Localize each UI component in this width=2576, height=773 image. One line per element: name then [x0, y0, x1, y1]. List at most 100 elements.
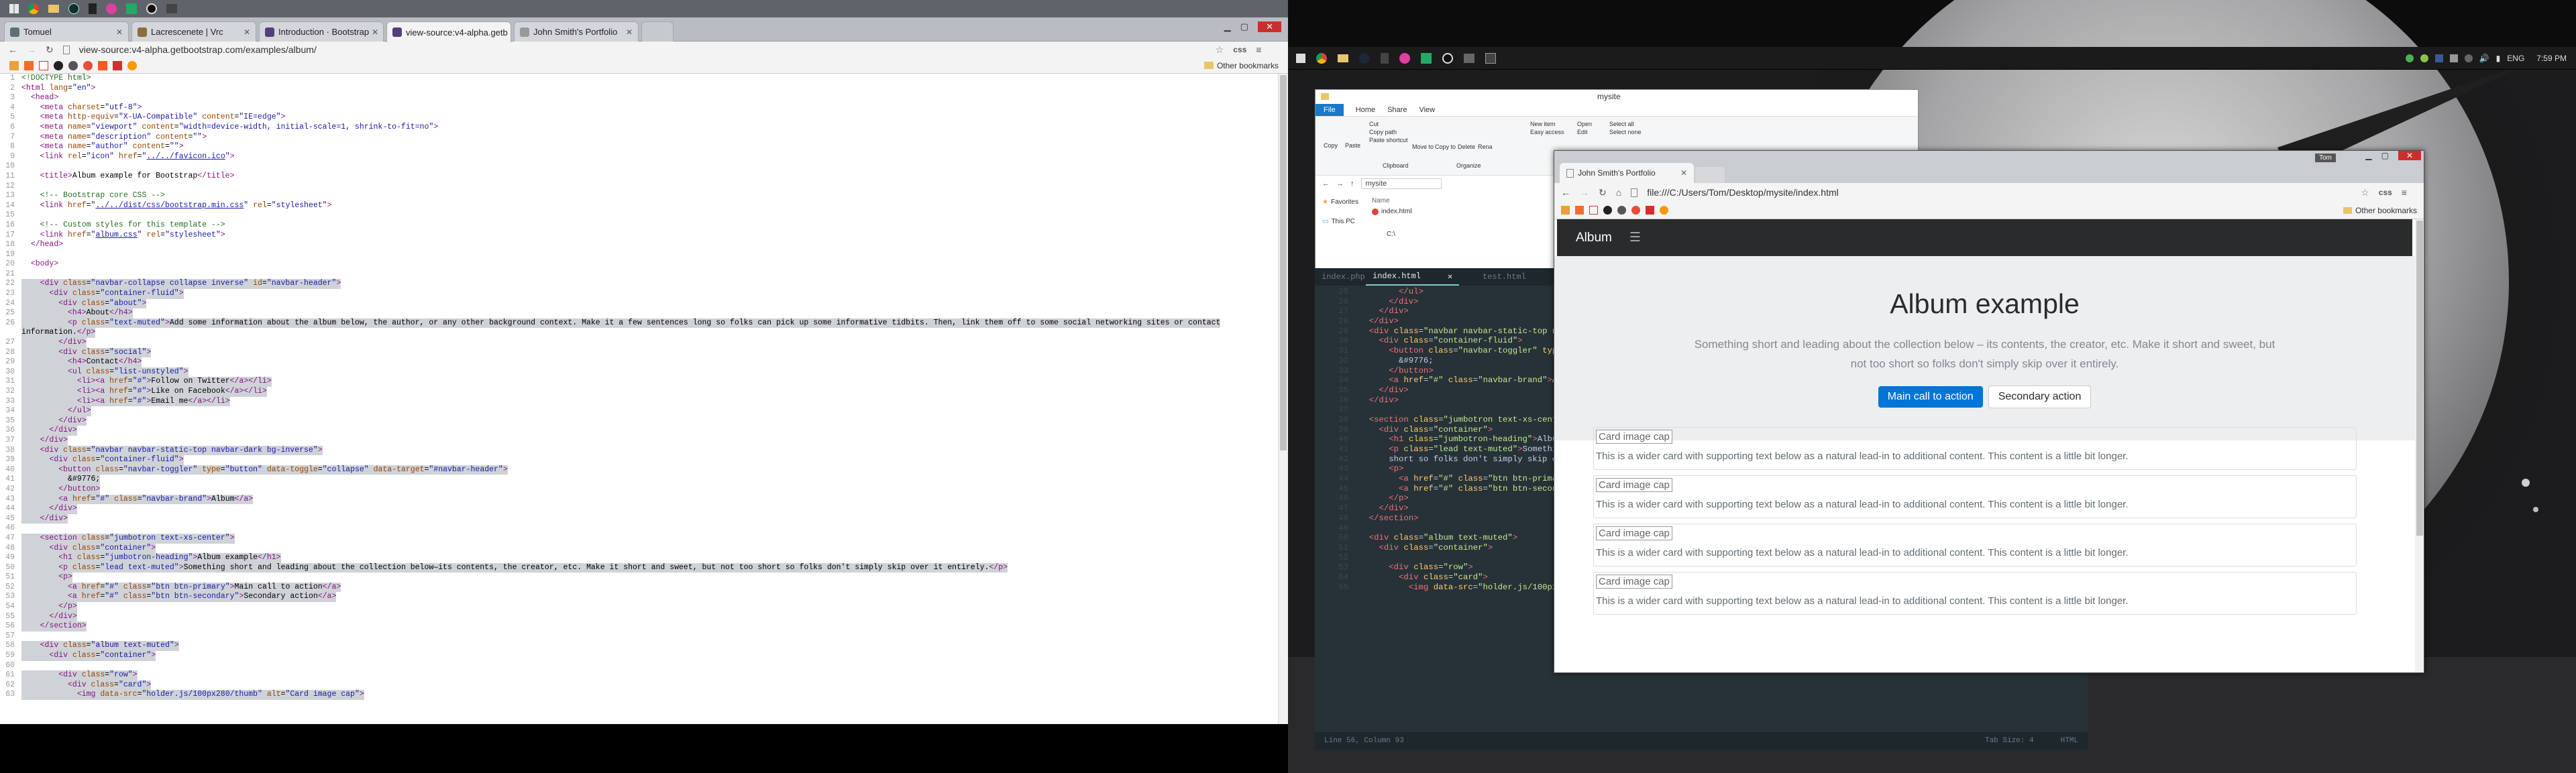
ribbon-tab-file[interactable]: File: [1316, 103, 1344, 116]
editor-tab-test-html[interactable]: test.html: [1476, 268, 1533, 286]
close-icon[interactable]: ✕: [1680, 168, 1687, 178]
folder-icon[interactable]: [1338, 54, 1348, 62]
reload-icon[interactable]: ↻: [46, 44, 54, 56]
close-icon[interactable]: ✕: [1448, 272, 1452, 282]
ribbon-tab-view[interactable]: View: [1419, 106, 1435, 114]
tray-icon[interactable]: [2434, 54, 2443, 62]
favorites-item[interactable]: ★ Favorites: [1322, 198, 1362, 206]
tab-2[interactable]: Lacrescenete | Vrc ✕: [131, 21, 256, 42]
copy-to-button[interactable]: Copy to: [1435, 143, 1456, 150]
css-extension[interactable]: css: [1233, 45, 1246, 54]
windows-start-icon[interactable]: [1296, 53, 1305, 63]
forward-icon[interactable]: →: [27, 44, 36, 55]
close-icon[interactable]: ✕: [369, 27, 378, 37]
paint-icon[interactable]: [106, 3, 117, 14]
tray-icon[interactable]: [2449, 54, 2458, 62]
scrollbar-thumb[interactable]: [2416, 221, 2423, 536]
scrollbar-thumb[interactable]: [1280, 75, 1287, 451]
calculator-icon[interactable]: [89, 3, 97, 14]
url-text[interactable]: file:///C:/Users/Tom/Desktop/mysite/inde…: [1647, 187, 2351, 198]
tab-3[interactable]: Introduction · Bootstrap ✕: [259, 21, 384, 42]
close-icon[interactable]: ✕: [113, 27, 123, 37]
minimize-icon[interactable]: ▁: [1224, 21, 1231, 32]
url-text[interactable]: view-source:v4-alpha.getbootstrap.com/ex…: [79, 44, 1206, 55]
cut-button[interactable]: Cut: [1369, 121, 1379, 127]
move-to-button[interactable]: Move to: [1412, 143, 1434, 150]
bookmark-icon[interactable]: [83, 60, 93, 70]
profile-badge[interactable]: Tom: [2315, 154, 2336, 162]
back-icon[interactable]: ←: [1561, 187, 1570, 198]
app-icon[interactable]: [1421, 52, 1432, 64]
forward-icon[interactable]: →: [1336, 180, 1344, 188]
secondary-action-button[interactable]: Secondary action: [1988, 385, 2092, 408]
other-bookmarks[interactable]: Other bookmarks: [1203, 61, 1279, 70]
ribbon-tab-share[interactable]: Share: [1387, 106, 1407, 114]
new-tab-button[interactable]: [1695, 167, 1725, 183]
maximize-icon[interactable]: ▢: [1240, 21, 1248, 32]
folder-icon[interactable]: [48, 5, 59, 13]
close-icon[interactable]: ✕: [623, 27, 633, 37]
star-icon[interactable]: ☆: [2361, 187, 2369, 198]
github-icon[interactable]: [54, 60, 63, 70]
forward-icon[interactable]: →: [1580, 187, 1589, 198]
menu-icon[interactable]: ≡: [2402, 187, 2407, 198]
clock[interactable]: 7:59 PM: [2536, 54, 2567, 63]
select-none-button[interactable]: Select none: [1609, 129, 1642, 135]
github-icon[interactable]: [1603, 206, 1612, 215]
paint-icon[interactable]: [1399, 52, 1410, 64]
close-icon[interactable]: ✕: [508, 27, 511, 37]
calculator-icon[interactable]: [1381, 52, 1389, 64]
bookmark-icon[interactable]: [98, 60, 107, 70]
gmail-icon[interactable]: [1589, 206, 1598, 215]
vertical-scrollbar[interactable]: [1278, 74, 1288, 724]
easy-access-button[interactable]: Easy access: [1530, 129, 1564, 135]
copy-button[interactable]: Copy: [1324, 142, 1338, 149]
tray-icon[interactable]: [2405, 54, 2414, 62]
navbar-brand[interactable]: Album: [1576, 231, 1612, 245]
bookmark-icon[interactable]: [127, 60, 137, 70]
windows-start-icon[interactable]: [9, 4, 19, 13]
tab-size[interactable]: Tab Size: 4: [1985, 737, 2034, 745]
steam-icon[interactable]: [1359, 52, 1370, 64]
bookmark-icon[interactable]: [24, 60, 34, 70]
tab-4-active[interactable]: view-source:v4-alpha.getb✕: [386, 21, 511, 42]
maximize-icon[interactable]: ▢: [2381, 151, 2389, 160]
bookmark-icon[interactable]: [1646, 206, 1654, 215]
delete-button[interactable]: Delete: [1458, 143, 1475, 150]
back-icon[interactable]: ←: [8, 44, 17, 55]
music-icon[interactable]: [146, 3, 157, 14]
editor-icon[interactable]: [1485, 52, 1496, 64]
edit-button[interactable]: Edit: [1577, 129, 1588, 135]
star-icon[interactable]: ☆: [1216, 44, 1224, 56]
bookmark-icon[interactable]: [113, 60, 122, 70]
editor-tab-index-html[interactable]: index.html ✕: [1366, 268, 1460, 286]
bookmark-icon[interactable]: [1561, 206, 1570, 215]
editor-tab-index-php[interactable]: index.php: [1315, 268, 1372, 286]
select-all-button[interactable]: Select all: [1609, 121, 1634, 127]
page-scrollbar[interactable]: [2415, 219, 2424, 672]
source-code-view[interactable]: 1 <!DOCTYPE html> 2 <html lang="en"> 3 <head…: [0, 74, 1278, 724]
bookmark-icon[interactable]: [1575, 206, 1584, 215]
ribbon-tab-home[interactable]: Home: [1356, 106, 1375, 114]
open-button[interactable]: Open: [1577, 121, 1592, 127]
app-icon[interactable]: [126, 3, 137, 14]
steam-icon[interactable]: [68, 3, 79, 14]
file-row[interactable]: index.html: [1372, 208, 1412, 215]
tab-5[interactable]: John Smith's Portfolio ✕: [514, 21, 639, 42]
back-icon[interactable]: ←: [1322, 180, 1330, 188]
close-window-button[interactable]: ✕: [2398, 151, 2421, 160]
bookmark-icon[interactable]: [1617, 206, 1626, 215]
bookmark-icon[interactable]: [68, 60, 78, 70]
paste-shortcut-button[interactable]: Paste shortcut: [1369, 137, 1408, 143]
css-extension[interactable]: css: [2379, 188, 2392, 197]
gmail-icon[interactable]: [39, 60, 48, 70]
music-icon[interactable]: [1442, 52, 1453, 64]
chrome-icon[interactable]: [1316, 52, 1327, 64]
other-bookmarks[interactable]: Other bookmarks: [2343, 206, 2417, 215]
minimize-icon[interactable]: ▁: [2365, 151, 2371, 160]
reload-icon[interactable]: ↻: [1599, 187, 1607, 198]
name-column[interactable]: Name: [1372, 197, 1390, 204]
bookmark-icon[interactable]: [9, 60, 19, 70]
terminal-icon[interactable]: [166, 4, 177, 13]
bookmark-icon[interactable]: [1631, 206, 1640, 215]
